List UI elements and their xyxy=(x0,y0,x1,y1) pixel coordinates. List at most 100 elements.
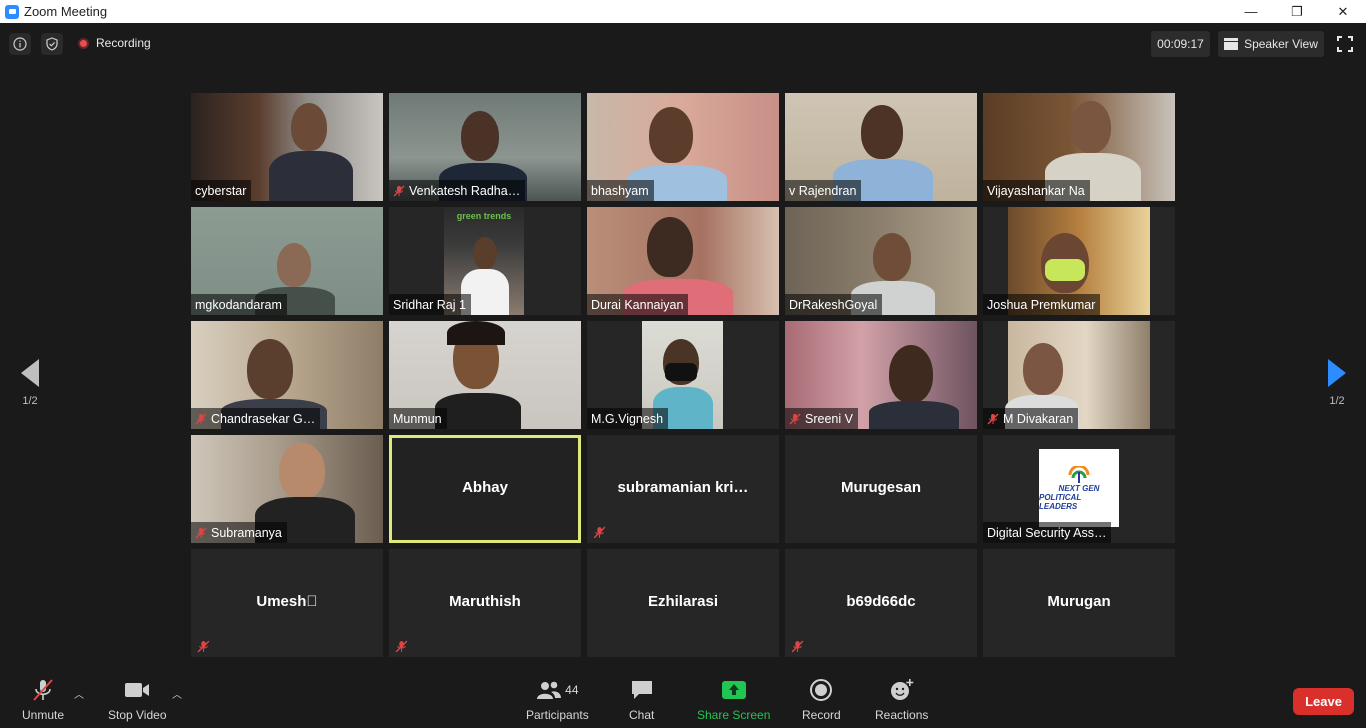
participant-name: Umesh⃞ xyxy=(256,593,318,610)
grid-view-icon xyxy=(1224,38,1239,50)
meeting-top-bar: Recording 00:09:17 Speaker View xyxy=(0,23,1366,65)
participant-name: cyberstar xyxy=(195,183,247,198)
participant-tile[interactable]: Venkatesh Radha… xyxy=(389,93,581,201)
share-screen-label: Share Screen xyxy=(697,708,771,722)
participant-tile-active-speaker[interactable]: Abhay xyxy=(389,435,581,543)
participant-tile[interactable]: Murugesan xyxy=(785,435,977,543)
speaker-view-label: Speaker View xyxy=(1244,37,1318,51)
participant-name: Murugesan xyxy=(840,479,921,496)
muted-mic-icon xyxy=(789,413,801,424)
participants-button[interactable]: 44 Participants xyxy=(526,676,589,722)
participant-name: Venkatesh Radha… xyxy=(409,183,521,198)
participant-tile[interactable]: Joshua Premkumar xyxy=(983,207,1175,315)
participant-name: Subramanya xyxy=(211,525,282,540)
participant-name: v Rajendran xyxy=(789,183,857,198)
muted-mic-icon xyxy=(195,527,207,538)
participant-name: b69d66dc xyxy=(846,593,916,610)
participant-tile[interactable]: subramanian kri… xyxy=(587,435,779,543)
page-indicator-left: 1/2 xyxy=(22,395,38,407)
participant-tile[interactable]: DrRakeshGoyal xyxy=(785,207,977,315)
chat-button[interactable]: Chat xyxy=(629,676,654,722)
muted-mic-icon xyxy=(393,185,405,196)
logo-text-line-2: POLITICAL LEADERS xyxy=(1039,492,1082,511)
participant-name: Abhay xyxy=(462,479,508,496)
page-indicator-right: 1/2 xyxy=(1329,395,1345,407)
muted-mic-icon xyxy=(593,526,606,539)
face-mask-icon xyxy=(1045,259,1085,281)
profile-logo-image: NEXT GEN POLITICAL LEADERS xyxy=(1039,449,1119,527)
participant-tile[interactable]: Maruthish xyxy=(389,549,581,657)
participant-tile[interactable]: green trends Sridhar Raj 1 xyxy=(389,207,581,315)
security-shield-icon[interactable] xyxy=(41,33,63,55)
fullscreen-icon[interactable] xyxy=(1337,36,1353,52)
leave-meeting-button[interactable]: Leave xyxy=(1293,688,1354,715)
recording-dot-icon xyxy=(78,37,89,49)
video-camera-icon xyxy=(125,683,150,697)
participant-name: bhashyam xyxy=(591,183,649,198)
muted-mic-icon xyxy=(791,640,804,653)
meeting-controls-bar: Unmute ︿ Stop Video ︿ 44 Participants Ch… xyxy=(0,668,1366,728)
muted-mic-icon xyxy=(395,640,408,653)
record-label: Record xyxy=(802,708,841,722)
logo-text-line-1: NEXT GEN xyxy=(1058,483,1100,493)
restore-button[interactable]: ❐ xyxy=(1274,0,1320,23)
speaker-view-button[interactable]: Speaker View xyxy=(1218,31,1324,57)
participant-tile[interactable]: Vijayashankar Na xyxy=(983,93,1175,201)
recording-indicator[interactable]: Recording xyxy=(78,36,151,50)
participant-tile[interactable]: M Divakaran xyxy=(983,321,1175,429)
participant-tile[interactable]: mgkodandaram xyxy=(191,207,383,315)
reactions-button[interactable]: Reactions xyxy=(875,676,928,722)
reactions-label: Reactions xyxy=(875,708,929,722)
reactions-smiley-icon xyxy=(890,679,913,700)
title-bar: Zoom Meeting — ❐ ✕ xyxy=(0,0,1366,23)
share-screen-button[interactable]: Share Screen xyxy=(697,676,770,722)
close-button[interactable]: ✕ xyxy=(1320,0,1366,23)
participant-tile[interactable]: bhashyam xyxy=(587,93,779,201)
video-options-caret-icon[interactable]: ︿ xyxy=(172,686,182,701)
muted-mic-icon xyxy=(987,413,999,424)
participant-tile[interactable]: Ezhilarasi xyxy=(587,549,779,657)
stop-video-button[interactable]: Stop Video xyxy=(108,676,167,722)
participant-name: Vijayashankar Na xyxy=(987,183,1085,198)
participant-tile[interactable]: Sreeni V xyxy=(785,321,977,429)
participant-tile[interactable]: Durai Kannaiyan xyxy=(587,207,779,315)
participant-name: mgkodandaram xyxy=(195,297,282,312)
next-page-button[interactable]: 1/2 xyxy=(1322,359,1352,407)
participant-tile[interactable]: Subramanya xyxy=(191,435,383,543)
participant-name: Maruthish xyxy=(449,593,521,610)
participant-tile[interactable]: NEXT GEN POLITICAL LEADERS Digital Secur… xyxy=(983,435,1175,543)
muted-mic-icon xyxy=(197,640,210,653)
record-button[interactable]: Record xyxy=(802,676,841,722)
participants-icon xyxy=(537,681,562,699)
participant-name: M.G.Vignesh xyxy=(591,411,664,426)
participant-name: Sridhar Raj 1 xyxy=(393,297,466,312)
stop-video-label: Stop Video xyxy=(108,708,167,722)
minimize-button[interactable]: — xyxy=(1228,0,1274,23)
participant-name: Digital Security Ass… xyxy=(987,525,1107,540)
participant-tile[interactable]: Umesh⃞ xyxy=(191,549,383,657)
unmute-label: Unmute xyxy=(22,708,65,722)
window-title: Zoom Meeting xyxy=(24,4,108,19)
participant-name: Joshua Premkumar xyxy=(987,297,1096,312)
arrow-right-icon xyxy=(1328,359,1346,387)
participant-tile[interactable]: M.G.Vignesh xyxy=(587,321,779,429)
muted-mic-icon xyxy=(195,413,207,424)
participant-name: Sreeni V xyxy=(805,411,853,426)
previous-page-button[interactable]: 1/2 xyxy=(15,359,45,407)
participant-tile[interactable]: Chandrasekar G… xyxy=(191,321,383,429)
participant-name: DrRakeshGoyal xyxy=(789,297,878,312)
participants-label: Participants xyxy=(526,708,589,722)
participant-tile[interactable]: b69d66dc xyxy=(785,549,977,657)
participant-name: Munmun xyxy=(393,411,442,426)
participant-name: subramanian kri… xyxy=(617,479,749,496)
audio-options-caret-icon[interactable]: ︿ xyxy=(74,686,84,701)
meeting-info-icon[interactable] xyxy=(9,33,31,55)
unmute-button[interactable]: Unmute xyxy=(22,676,64,722)
participant-tile[interactable]: cyberstar xyxy=(191,93,383,201)
participant-tile[interactable]: v Rajendran xyxy=(785,93,977,201)
participant-name: Chandrasekar G… xyxy=(211,411,316,426)
participant-name: Murugan xyxy=(1047,593,1111,610)
participant-tile[interactable]: Munmun xyxy=(389,321,581,429)
participant-name: Durai Kannaiyan xyxy=(591,297,684,312)
participant-tile[interactable]: Murugan xyxy=(983,549,1175,657)
